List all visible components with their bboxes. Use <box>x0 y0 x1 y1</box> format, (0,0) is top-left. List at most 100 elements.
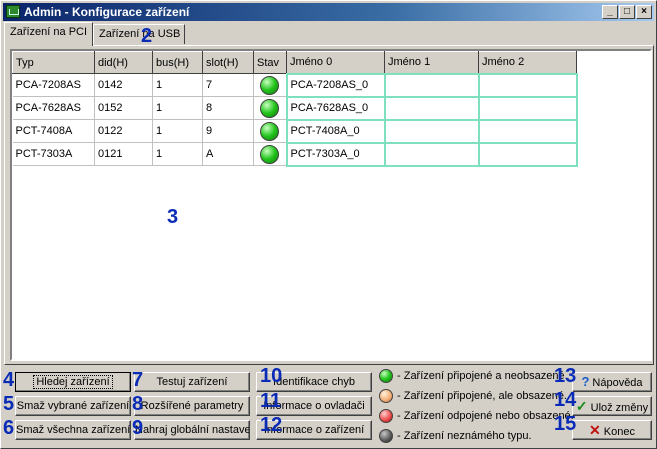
cell-typ: PCA-7208AS <box>12 73 95 97</box>
column-header-bus[interactable]: bus(H) <box>152 51 203 74</box>
legend-item-connected-busy: - Zařízení připojené, ale obsazené. <box>379 389 567 409</box>
cell-bus: 1 <box>152 73 203 97</box>
test-device-button[interactable]: Testuj zařízení <box>134 372 250 392</box>
tab-usb[interactable]: Zařízení na USB <box>93 24 185 44</box>
legend-item-disconnected: - Zařízení odpojené nebo obsazené. <box>379 409 574 429</box>
callout-15: 15 <box>554 413 577 435</box>
cell-stav <box>253 119 287 143</box>
table-header-row: Typ did(H) bus(H) slot(H) Stav Jméno 0 J… <box>12 51 577 74</box>
callout-4: 4 <box>3 369 15 391</box>
save-changes-button[interactable]: ✓ Ulož změny <box>572 396 652 416</box>
column-header-jmeno2[interactable]: Jméno 2 <box>478 51 577 74</box>
cell-bus: 1 <box>152 119 203 143</box>
cell-did: 0122 <box>94 119 153 143</box>
callout-13: 13 <box>554 365 577 387</box>
legend-text: - Zařízení připojené a neobsazené. <box>397 370 568 382</box>
cell-slot: 8 <box>202 96 254 120</box>
table-row[interactable]: PCT-7303A 0121 1 A PCT-7303A_0 <box>12 141 578 167</box>
advanced-params-button[interactable]: Rozšířené parametry <box>134 396 250 416</box>
cell-jmeno2-input[interactable] <box>477 95 578 121</box>
column-header-jmeno1[interactable]: Jméno 1 <box>384 51 479 74</box>
cell-did: 0152 <box>94 96 153 120</box>
cell-stav <box>253 73 287 97</box>
cell-did: 0142 <box>94 73 153 97</box>
legend-text: - Zařízení odpojené nebo obsazené. <box>397 410 574 422</box>
cell-jmeno1-input[interactable] <box>383 118 480 144</box>
status-led-green-icon <box>260 144 279 164</box>
device-table: Typ did(H) bus(H) slot(H) Stav Jméno 0 J… <box>12 51 578 167</box>
legend-text: - Zařízení neznámého typu. <box>397 430 532 442</box>
column-header-jmeno0[interactable]: Jméno 0 <box>286 51 385 74</box>
table-row[interactable]: PCA-7628AS 0152 1 8 PCA-7628AS_0 <box>12 95 578 121</box>
title-bar: Admin - Konfigurace zařízení _ □ × <box>3 3 654 21</box>
exit-button[interactable]: ✕ Konec <box>572 420 652 440</box>
close-x-icon: ✕ <box>589 422 601 438</box>
led-orange-icon <box>379 389 393 403</box>
callout-3: 3 <box>167 206 179 228</box>
cell-stav <box>253 142 287 166</box>
exit-label: Konec <box>603 426 635 438</box>
cell-jmeno0-input[interactable]: PCT-7408A_0 <box>285 118 386 144</box>
cell-jmeno0-input[interactable]: PCT-7303A_0 <box>285 141 386 167</box>
cell-typ: PCT-7408A <box>12 119 95 143</box>
column-header-stav[interactable]: Stav <box>253 51 287 74</box>
led-green-icon <box>379 369 393 383</box>
callout-10: 10 <box>260 365 283 387</box>
cell-jmeno0-input[interactable]: PCA-7208AS_0 <box>285 72 386 98</box>
status-led-green-icon <box>260 98 279 118</box>
main-window: Admin - Konfigurace zařízení _ □ × Zaříz… <box>0 0 657 449</box>
cell-bus: 1 <box>152 96 203 120</box>
checkmark-icon: ✓ <box>575 398 588 414</box>
close-button[interactable]: × <box>636 5 652 19</box>
cell-jmeno1-input[interactable] <box>383 95 480 121</box>
column-header-typ[interactable]: Typ <box>12 51 95 74</box>
cell-jmeno2-input[interactable] <box>477 141 578 167</box>
callout-2: 2 <box>141 25 153 47</box>
callout-9: 9 <box>132 417 144 439</box>
cell-typ: PCT-7303A <box>12 142 95 166</box>
save-label: Ulož změny <box>590 402 649 414</box>
callout-11: 11 <box>260 390 282 412</box>
app-icon <box>6 5 20 18</box>
cell-slot: 9 <box>202 119 254 143</box>
table-row[interactable]: PCA-7208AS 0142 1 7 PCA-7208AS_0 <box>12 72 578 98</box>
legend-text: - Zařízení připojené, ale obsazené. <box>397 390 567 402</box>
find-devices-button[interactable]: Hledej zařízení <box>15 372 131 392</box>
help-label: Nápověda <box>592 377 643 389</box>
column-header-slot[interactable]: slot(H) <box>202 51 254 74</box>
load-global-settings-button[interactable]: Nahraj globální nastavení <box>134 420 250 440</box>
led-red-icon <box>379 409 393 423</box>
cell-slot: 7 <box>202 73 254 97</box>
status-led-green-icon <box>260 121 279 141</box>
callout-6: 6 <box>3 417 15 439</box>
cell-jmeno2-input[interactable] <box>477 72 578 98</box>
cell-slot: A <box>202 142 254 166</box>
find-devices-label: Hledej zařízení <box>33 375 113 389</box>
help-button[interactable]: ? Nápověda <box>572 372 652 392</box>
cell-jmeno1-input[interactable] <box>383 72 480 98</box>
tab-pci[interactable]: Zařízení na PCI <box>4 22 93 46</box>
question-icon: ? <box>581 374 590 389</box>
delete-selected-button[interactable]: Smaž vybrané zařízení <box>15 396 131 416</box>
led-gray-icon <box>379 429 393 443</box>
callout-7: 7 <box>132 369 144 391</box>
callout-8: 8 <box>132 393 144 415</box>
window-title: Admin - Konfigurace zařízení <box>24 5 190 19</box>
legend-item-connected-free: - Zařízení připojené a neobsazené. <box>379 369 568 389</box>
cell-typ: PCA-7628AS <box>12 96 95 120</box>
cell-jmeno1-input[interactable] <box>383 141 480 167</box>
cell-jmeno2-input[interactable] <box>477 118 578 144</box>
callout-12: 12 <box>260 414 283 436</box>
tab-usb-label: Zařízení na USB <box>99 28 181 40</box>
maximize-button[interactable]: □ <box>619 5 635 19</box>
status-led-green-icon <box>260 75 279 95</box>
device-grid[interactable]: Typ did(H) bus(H) slot(H) Stav Jméno 0 J… <box>10 49 652 361</box>
delete-all-button[interactable]: Smaž všechna zařízení <box>15 420 131 440</box>
callout-5: 5 <box>3 393 15 415</box>
table-row[interactable]: PCT-7408A 0122 1 9 PCT-7408A_0 <box>12 118 578 144</box>
cell-did: 0121 <box>94 142 153 166</box>
minimize-button[interactable]: _ <box>602 5 618 19</box>
column-header-did[interactable]: did(H) <box>94 51 153 74</box>
cell-jmeno0-input[interactable]: PCA-7628AS_0 <box>285 95 386 121</box>
legend-item-unknown: - Zařízení neznámého typu. <box>379 429 532 449</box>
